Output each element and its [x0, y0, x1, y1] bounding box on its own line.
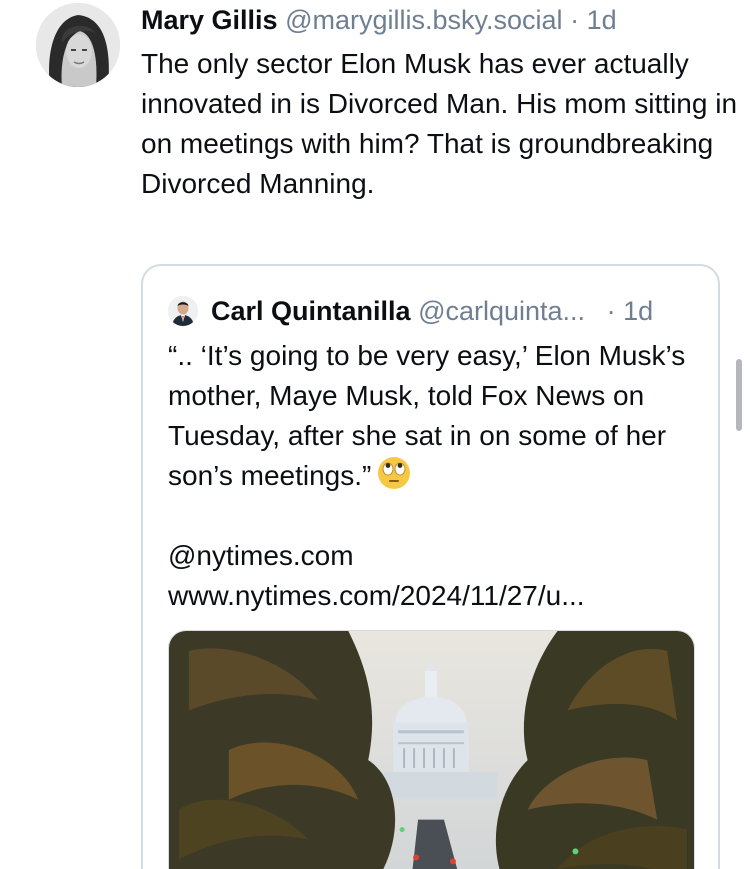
quoted-post-timestamp[interactable]: 1d: [623, 296, 653, 326]
quoted-post-text: “.. ‘It’s going to be very easy,’ Elon M…: [168, 340, 686, 491]
quoted-author-name[interactable]: Carl Quintanilla: [211, 296, 411, 326]
quoted-author-avatar[interactable]: [168, 296, 198, 326]
header-separator: ·: [570, 5, 580, 35]
post: Mary Gillis @marygillis.bsky.social · 1d…: [0, 0, 750, 869]
quoted-post-text-block: “.. ‘It’s going to be very easy,’ Elon M…: [168, 336, 698, 496]
quoted-author-handle[interactable]: @carlquinta...: [418, 296, 585, 326]
quoted-post-links: @nytimes.com www.nytimes.com/2024/11/27/…: [168, 536, 585, 616]
post-text: The only sector Elon Musk has ever actua…: [141, 48, 738, 199]
post-header: Mary Gillis @marygillis.bsky.social · 1d: [141, 4, 617, 36]
quoted-header-separator: ·: [606, 296, 616, 326]
face-with-rolling-eyes-icon: [377, 456, 411, 490]
quoted-post-header: Carl Quintanilla @carlquinta... · 1d: [211, 294, 653, 328]
scrollbar-thumb[interactable]: [736, 359, 742, 431]
post-timestamp[interactable]: 1d: [587, 5, 617, 35]
author-avatar[interactable]: [36, 3, 120, 87]
author-name[interactable]: Mary Gillis: [141, 5, 278, 35]
author-handle[interactable]: @marygillis.bsky.social: [285, 5, 562, 35]
mention-link[interactable]: @nytimes.com: [168, 536, 585, 576]
article-link[interactable]: www.nytimes.com/2024/11/27/u...: [168, 576, 585, 616]
quoted-post[interactable]: Carl Quintanilla @carlquinta... · 1d “..…: [141, 264, 720, 869]
capitol-dome-photo[interactable]: [168, 630, 695, 869]
